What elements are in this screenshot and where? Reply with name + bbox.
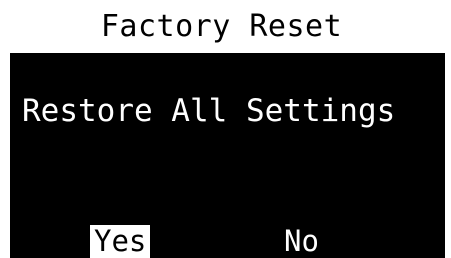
screen-border-left [0, 0, 10, 258]
title-bar: Factory Reset [10, 0, 445, 53]
factory-reset-screen: Factory Reset Restore All Settings Yes N… [0, 0, 451, 258]
screen-border-right [445, 0, 451, 258]
no-button[interactable]: No [280, 225, 323, 258]
page-title: Factory Reset [100, 8, 343, 44]
confirmation-message: Restore All Settings [22, 93, 396, 129]
yes-button[interactable]: Yes [90, 225, 151, 258]
